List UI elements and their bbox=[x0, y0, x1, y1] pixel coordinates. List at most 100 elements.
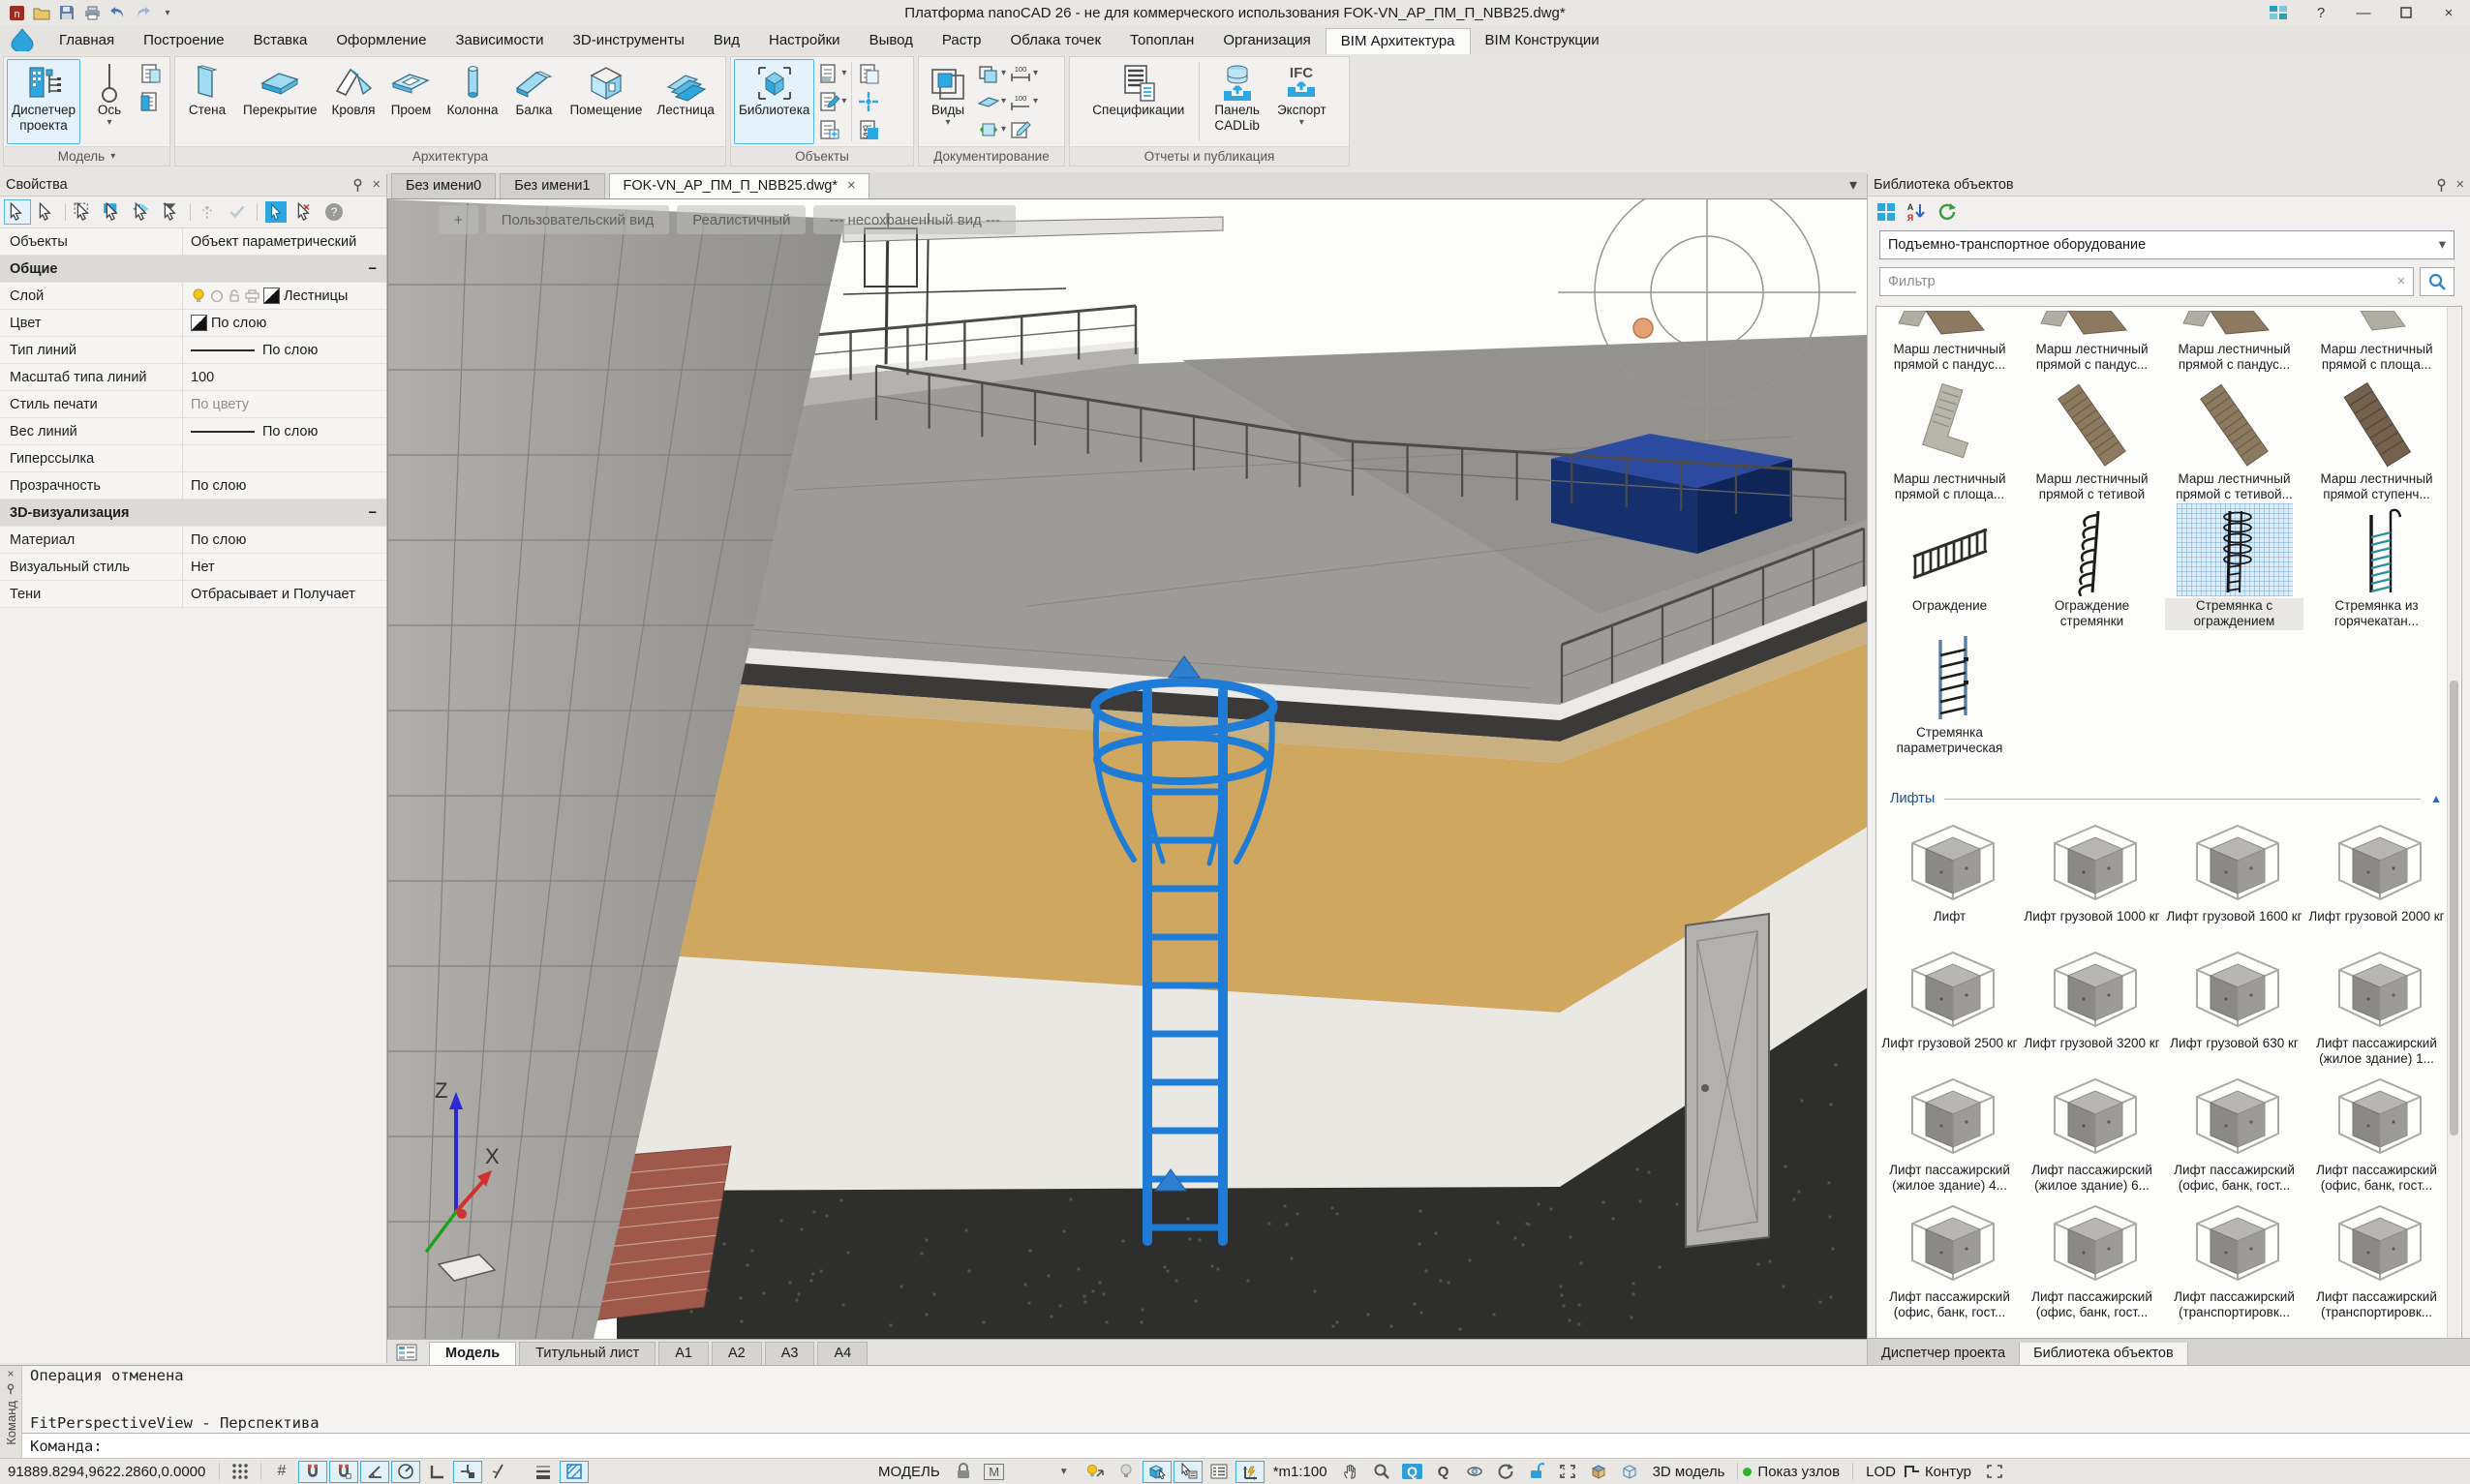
collapse-section-icon[interactable]: − bbox=[369, 505, 386, 521]
model-marker-icon[interactable]: M bbox=[980, 1461, 1009, 1483]
ortho-mode-icon[interactable] bbox=[422, 1461, 451, 1483]
library-scrollbar[interactable] bbox=[2447, 307, 2460, 1338]
property-value[interactable]: По слою bbox=[182, 337, 386, 363]
orbit-icon[interactable] bbox=[1460, 1461, 1489, 1483]
library-item[interactable]: Лифт пассажирский (офис, банк, гост... bbox=[1880, 1195, 2019, 1321]
vs-style-button[interactable]: VS bbox=[857, 117, 880, 142]
property-value[interactable]: По слою bbox=[182, 527, 386, 553]
polar-tracking-icon[interactable] bbox=[391, 1461, 420, 1483]
close-icon[interactable]: × bbox=[373, 177, 381, 193]
menu-tab-3[interactable]: Вставка bbox=[239, 28, 322, 54]
sheet-tab-А1[interactable]: А1 bbox=[658, 1342, 709, 1365]
library-item[interactable]: Марш лестничный прямой с пандус... bbox=[2023, 309, 2161, 374]
viewport-overlay-button-1[interactable]: + bbox=[439, 205, 478, 234]
menu-tab-1[interactable]: Главная bbox=[45, 28, 129, 54]
app-logo-icon[interactable] bbox=[0, 25, 45, 54]
property-value[interactable]: Лестницы bbox=[182, 283, 386, 309]
document-tab-3[interactable]: FOK-VN_АР_ПМ_П_NBB25.dwg*× bbox=[609, 173, 870, 198]
copy-properties-button[interactable] bbox=[857, 61, 880, 86]
library-item[interactable]: Стремянка параметрическая bbox=[1880, 630, 2019, 757]
library-item[interactable]: Лифт грузовой 3200 кг bbox=[2023, 941, 2161, 1068]
close-icon[interactable]: × bbox=[7, 1368, 14, 1379]
sheet-tab-А3[interactable]: А3 bbox=[765, 1342, 815, 1365]
open-file-icon[interactable] bbox=[31, 3, 52, 22]
sheet-blue-button[interactable] bbox=[138, 89, 162, 114]
move-up-icon[interactable] bbox=[196, 199, 223, 225]
osnap-3d-icon[interactable] bbox=[329, 1461, 358, 1483]
sheet-tab-Модель[interactable]: Модель bbox=[429, 1342, 516, 1365]
view-grid-icon[interactable] bbox=[1875, 201, 1897, 223]
refresh-icon[interactable] bbox=[1936, 201, 1957, 223]
select-crossing-icon[interactable] bbox=[100, 199, 127, 225]
document-tabs-dropdown[interactable]: ▾ bbox=[1840, 175, 1867, 198]
axis-button[interactable]: Ось ▾ bbox=[83, 59, 136, 144]
show-nodes-toggle[interactable]: Показ узлов bbox=[1743, 1464, 1847, 1480]
lock-icon[interactable] bbox=[949, 1461, 978, 1483]
drawing-viewport[interactable]: ZX +Пользовательский видРеалистичный--- … bbox=[387, 199, 1867, 1339]
select-flip-icon[interactable] bbox=[129, 199, 156, 225]
update-objects-button[interactable] bbox=[857, 89, 880, 114]
library-item[interactable]: Стремянка с ограждением bbox=[2165, 503, 2303, 630]
object-edit-button[interactable]: ▾ bbox=[817, 89, 846, 114]
save-icon[interactable] bbox=[56, 3, 77, 22]
osnap-icon[interactable] bbox=[298, 1461, 327, 1483]
menu-tab-4[interactable]: Оформление bbox=[321, 28, 441, 54]
library-item[interactable]: Лифт грузовой 1000 кг bbox=[2023, 814, 2161, 941]
section-views-button[interactable]: ▾ bbox=[977, 61, 1006, 86]
panel-tab-2[interactable]: Библиотека объектов bbox=[2020, 1343, 2188, 1365]
library-item[interactable]: Марш лестничный прямой с тетивой... bbox=[2165, 377, 2303, 503]
menu-tab-12[interactable]: Топоплан bbox=[1115, 28, 1208, 54]
maximize-button[interactable] bbox=[2385, 1, 2427, 25]
library-item[interactable]: Марш лестничный прямой с пандус... bbox=[1880, 309, 2019, 374]
library-item[interactable]: Стремянка из горячекатан... bbox=[2307, 503, 2446, 630]
menu-tab-7[interactable]: Вид bbox=[699, 28, 754, 54]
deselect-icon[interactable]: × bbox=[291, 199, 319, 225]
library-item[interactable]: Лифт пассажирский (офис, банк, гост... bbox=[2307, 1068, 2446, 1195]
property-value[interactable]: По слою bbox=[182, 310, 386, 336]
library-item[interactable]: Лифт bbox=[1880, 814, 2019, 941]
sheet-tab-А4[interactable]: А4 bbox=[817, 1342, 868, 1365]
close-icon[interactable]: × bbox=[2456, 177, 2464, 193]
cursor-coordinates[interactable]: 91889.8294,9622.2860,0.0000 bbox=[0, 1464, 214, 1480]
library-item[interactable]: Марш лестничный прямой с пандус... bbox=[2165, 309, 2303, 374]
arch-button-перекрытие[interactable]: Перекрытие bbox=[238, 59, 322, 144]
grid-display-icon[interactable] bbox=[226, 1461, 255, 1483]
select-add-icon[interactable]: + bbox=[4, 199, 31, 225]
library-item[interactable]: Марш лестничный прямой ступенч... bbox=[2307, 377, 2446, 503]
section-plane-button[interactable]: ▾ bbox=[977, 89, 1006, 114]
library-item[interactable]: Марш лестничный прямой с площа... bbox=[2307, 309, 2446, 374]
library-item[interactable]: Лифт грузовой 2500 кг bbox=[1880, 941, 2019, 1068]
snap-grid-icon[interactable]: # bbox=[267, 1461, 296, 1483]
property-value[interactable]: Нет bbox=[182, 554, 386, 580]
library-item[interactable]: Лифт пассажирский (жилое здание) 4... bbox=[1880, 1068, 2019, 1195]
document-tab-1[interactable]: Без имени0 bbox=[391, 173, 496, 198]
arch-button-балка[interactable]: Балка bbox=[507, 59, 560, 144]
space-indicator[interactable]: МОДЕЛЬ bbox=[870, 1464, 948, 1480]
visual-mode[interactable]: 3D модель bbox=[1645, 1464, 1733, 1480]
cadlib-panel-button[interactable]: Панель CADLib bbox=[1209, 59, 1265, 144]
lineweight-track-icon[interactable] bbox=[484, 1461, 513, 1483]
shaded-cube-icon[interactable] bbox=[1584, 1461, 1613, 1483]
quick-select-icon[interactable] bbox=[262, 199, 290, 225]
light-settings-icon[interactable] bbox=[1081, 1461, 1110, 1483]
help-button[interactable]: ? bbox=[2300, 1, 2342, 25]
arch-button-стена[interactable]: Стена bbox=[181, 59, 233, 144]
document-tab-2[interactable]: Без имени1 bbox=[500, 173, 604, 198]
property-value[interactable]: По цвету bbox=[182, 391, 386, 417]
arch-button-колонна[interactable]: Колонна bbox=[442, 59, 503, 144]
library-item-list[interactable]: Марш лестничный прямой с пандус...Марш л… bbox=[1875, 306, 2462, 1339]
object-numbering-button[interactable]: ▾ bbox=[817, 61, 846, 86]
viewport-overlay-button-2[interactable]: Пользовательский вид bbox=[486, 205, 669, 234]
views-button[interactable]: Виды ▾ bbox=[922, 59, 974, 144]
dynamic-ucs-icon[interactable] bbox=[1235, 1461, 1265, 1483]
axis-dropdown[interactable]: ▾ bbox=[107, 118, 112, 128]
property-value[interactable]: 100 bbox=[182, 364, 386, 390]
dimension-chain-button[interactable]: 100▾ bbox=[1009, 89, 1038, 114]
dimension-button[interactable]: 100▾ bbox=[1009, 61, 1038, 86]
table-icon[interactable] bbox=[1205, 1461, 1234, 1483]
menu-tab-10[interactable]: Растр bbox=[928, 28, 996, 54]
hatch-display-icon[interactable] bbox=[560, 1461, 589, 1483]
library-item[interactable]: Лифт грузовой 1600 кг bbox=[2165, 814, 2303, 941]
lineweight-display-icon[interactable] bbox=[529, 1461, 558, 1483]
library-item[interactable]: Лифт грузовой 630 кг bbox=[2165, 941, 2303, 1068]
